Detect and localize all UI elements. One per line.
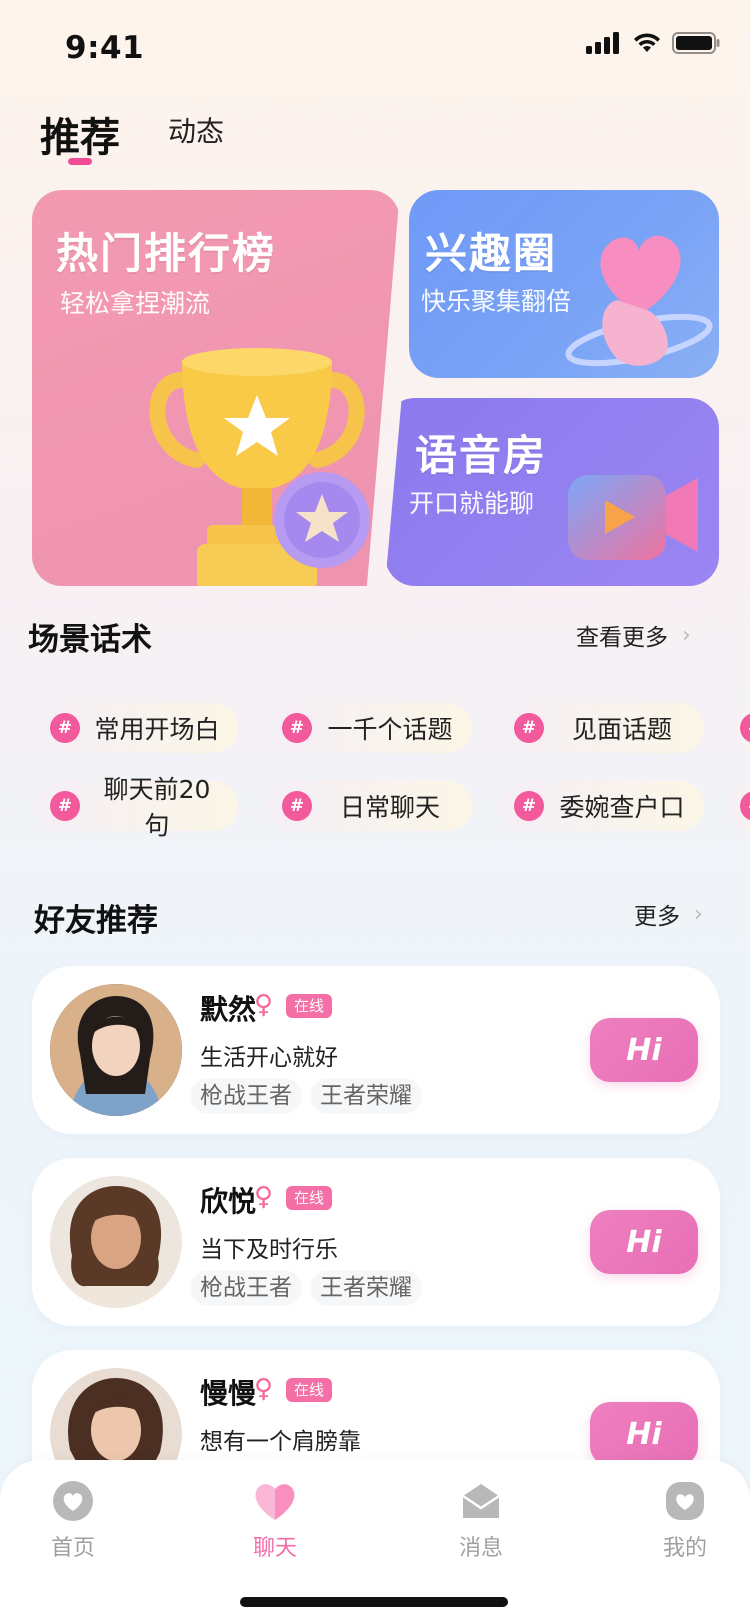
friend-bio: 生活开心就好: [200, 1045, 338, 1071]
say-hi-button[interactable]: Hi: [590, 1402, 698, 1466]
interest-circle-card[interactable]: 兴趣圈 快乐聚集翻倍: [409, 190, 719, 378]
script-chip[interactable]: # 日常聊天: [266, 781, 472, 831]
hashtag-icon: #: [50, 791, 80, 821]
voice-title: 语音房: [415, 431, 548, 480]
script-chip[interactable]: # 见面话题: [498, 703, 704, 753]
hashtag-icon: #: [514, 713, 544, 743]
chevron-right-icon: ›: [682, 622, 691, 648]
voice-room-card[interactable]: 语音房 开口就能聊: [385, 398, 719, 586]
chevron-right-icon: ›: [694, 901, 703, 927]
female-icon: ♀: [254, 1374, 274, 1404]
trophy-icon: [149, 348, 370, 586]
script-chip-partial[interactable]: #: [730, 781, 750, 831]
online-badge: 在线: [286, 994, 333, 1018]
tab-moments[interactable]: 动态: [168, 110, 224, 150]
home-indicator: [240, 1597, 508, 1607]
person-photo: [50, 1176, 182, 1308]
friends-more-link[interactable]: 更多 ›: [634, 897, 703, 931]
scripts-section-title: 场景话术: [28, 622, 152, 658]
avatar[interactable]: [50, 984, 182, 1116]
female-icon: ♀: [254, 990, 274, 1020]
nav-label-chat: 聊天: [252, 1536, 297, 1561]
nav-item-chat[interactable]: 聊天: [230, 1480, 320, 1562]
wifi-icon: [634, 33, 660, 52]
hashtag-icon: #: [50, 713, 80, 743]
nav-item-home[interactable]: 首页: [28, 1480, 118, 1562]
hashtag-icon: #: [740, 713, 750, 743]
friends-section-title: 好友推荐: [34, 903, 158, 939]
interest-tag: 枪战王者: [190, 1270, 302, 1306]
script-chip[interactable]: # 一千个话题: [266, 703, 472, 753]
hashtag-icon: #: [740, 791, 750, 821]
circle-subtitle: 快乐聚集翻倍: [421, 287, 572, 316]
friend-bio: 当下及时行乐: [200, 1237, 338, 1263]
hashtag-icon: #: [282, 791, 312, 821]
online-badge: 在线: [286, 1186, 333, 1210]
scripts-more-link[interactable]: 查看更多 ›: [576, 618, 691, 652]
online-badge: 在线: [286, 1378, 333, 1402]
say-hi-button[interactable]: Hi: [590, 1210, 698, 1274]
avatar[interactable]: [50, 1176, 182, 1308]
interest-tag: 王者荣耀: [310, 1270, 422, 1306]
script-chip[interactable]: # 委婉查户口: [498, 781, 704, 831]
envelope-icon: [462, 1484, 500, 1518]
female-icon: ♀: [254, 1182, 274, 1212]
hot-ranking-card[interactable]: 热门排行榜 轻松拿捏潮流: [32, 190, 400, 586]
signal-icon: [586, 32, 619, 54]
nav-label-profile: 我的: [662, 1536, 707, 1561]
ranking-subtitle: 轻松拿捏潮流: [60, 289, 211, 318]
say-hi-button[interactable]: Hi: [590, 1018, 698, 1082]
friend-card[interactable]: 默然 ♀ 在线 生活开心就好 枪战王者 王者荣耀 Hi: [32, 966, 720, 1134]
nav-label-messages: 消息: [458, 1536, 503, 1561]
friends-more-label: 更多: [634, 904, 680, 930]
video-camera-icon: [568, 475, 698, 560]
person-photo: [50, 984, 182, 1116]
nav-item-profile[interactable]: 我的: [640, 1480, 730, 1562]
nav-label-home: 首页: [50, 1536, 95, 1561]
script-chip[interactable]: # 聊天前20句: [34, 775, 238, 840]
heart-hand-icon: [565, 235, 713, 367]
friend-name: 欣悦: [200, 1185, 257, 1218]
hashtag-icon: #: [514, 791, 544, 821]
circle-title: 兴趣圈: [425, 229, 558, 278]
nav-item-messages[interactable]: 消息: [436, 1480, 526, 1562]
home-heart-icon: [53, 1481, 93, 1521]
status-icons: [586, 32, 720, 54]
friend-card[interactable]: 欣悦 ♀ 在线 当下及时行乐 枪战王者 王者荣耀 Hi: [32, 1158, 720, 1326]
tab-recommend[interactable]: 推荐: [40, 105, 120, 163]
voice-subtitle: 开口就能聊: [409, 489, 535, 518]
chat-heart-icon: [255, 1484, 295, 1520]
ranking-title: 热门排行榜: [56, 229, 277, 278]
interest-tag: 王者荣耀: [310, 1078, 422, 1114]
hashtag-icon: #: [282, 713, 312, 743]
friend-name: 默然: [200, 993, 257, 1026]
interest-tag: 枪战王者: [190, 1078, 302, 1114]
scripts-more-label: 查看更多: [576, 625, 668, 651]
script-chip-partial[interactable]: #: [730, 703, 750, 753]
battery-icon: [672, 32, 720, 54]
friend-bio: 想有一个肩膀靠: [200, 1429, 361, 1455]
status-time: 9:41: [65, 30, 145, 66]
script-chip[interactable]: # 常用开场白: [34, 703, 238, 753]
friend-name: 慢慢: [200, 1377, 257, 1410]
profile-heart-icon: [666, 1482, 704, 1520]
tab-active-indicator: [68, 158, 92, 165]
